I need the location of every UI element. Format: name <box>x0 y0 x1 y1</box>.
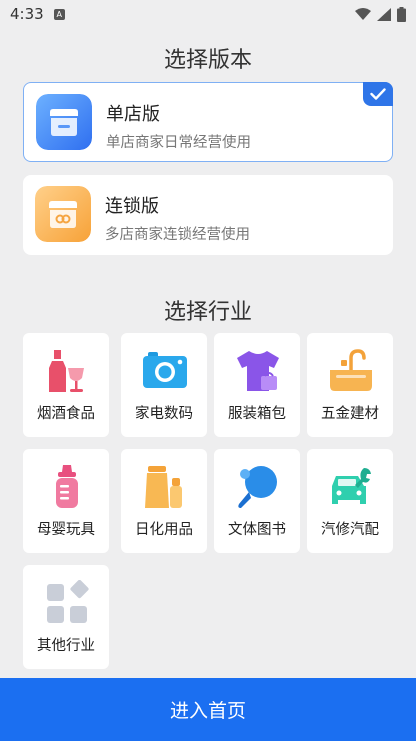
camera-icon <box>143 352 187 388</box>
status-icons <box>355 6 406 22</box>
industry-appliances-digital[interactable]: 家电数码 <box>121 333 207 437</box>
version-option-chain-store[interactable]: 连锁版 多店商家连锁经营使用 <box>23 175 393 255</box>
version-description: 多店商家连锁经营使用 <box>105 227 250 243</box>
baby-bottle-icon <box>56 465 78 508</box>
version-description: 单店商家日常经营使用 <box>106 135 251 151</box>
industry-section-title: 选择行业 <box>163 300 252 325</box>
cosmetics-icon <box>145 466 182 508</box>
industry-label: 日化用品 <box>135 522 193 538</box>
faucet-sink-icon <box>330 349 372 391</box>
industry-maternal-toys[interactable]: 母婴玩具 <box>23 449 109 553</box>
status-time: 4:33 <box>10 5 44 23</box>
industry-hardware-building[interactable]: 五金建材 <box>307 333 393 437</box>
wifi-icon <box>355 7 371 20</box>
version-option-single-store[interactable]: 单店版 单店商家日常经营使用 <box>23 82 393 162</box>
check-icon <box>370 88 386 100</box>
status-bar: 4:33 A <box>0 0 416 28</box>
grid-apps-icon <box>47 580 89 623</box>
industry-other[interactable]: 其他行业 <box>23 565 109 669</box>
industry-label: 家电数码 <box>135 406 193 422</box>
wine-bottle-icon <box>49 350 84 392</box>
version-section-title: 选择版本 <box>163 48 252 73</box>
version-name: 单店版 <box>106 104 160 125</box>
enter-home-button[interactable]: 进入首页 <box>0 678 416 741</box>
industry-label: 服装箱包 <box>228 406 286 422</box>
industry-label: 母婴玩具 <box>37 522 95 538</box>
chain-store-icon <box>35 186 91 242</box>
industry-label: 汽修汽配 <box>321 522 379 538</box>
industry-stationery-books[interactable]: 文体图书 <box>214 449 300 553</box>
industry-auto-repair-parts[interactable]: 汽修汽配 <box>307 449 393 553</box>
industry-tobacco-food[interactable]: 烟酒食品 <box>23 333 109 437</box>
battery-icon <box>397 6 406 22</box>
tshirt-icon <box>237 351 279 391</box>
industry-clothing-bags[interactable]: 服装箱包 <box>214 333 300 437</box>
industry-daily-chemicals[interactable]: 日化用品 <box>121 449 207 553</box>
store-icon <box>36 94 92 150</box>
signal-icon <box>377 7 391 21</box>
notification-badge-icon: A <box>53 8 65 20</box>
ping-pong-icon <box>238 466 277 508</box>
version-name: 连锁版 <box>105 196 159 217</box>
industry-label: 文体图书 <box>228 522 286 538</box>
industry-label: 烟酒食品 <box>37 406 95 422</box>
car-wrench-icon <box>332 468 371 504</box>
industry-label: 其他行业 <box>37 638 95 654</box>
selected-check-badge <box>363 82 393 106</box>
industry-label: 五金建材 <box>321 406 379 422</box>
